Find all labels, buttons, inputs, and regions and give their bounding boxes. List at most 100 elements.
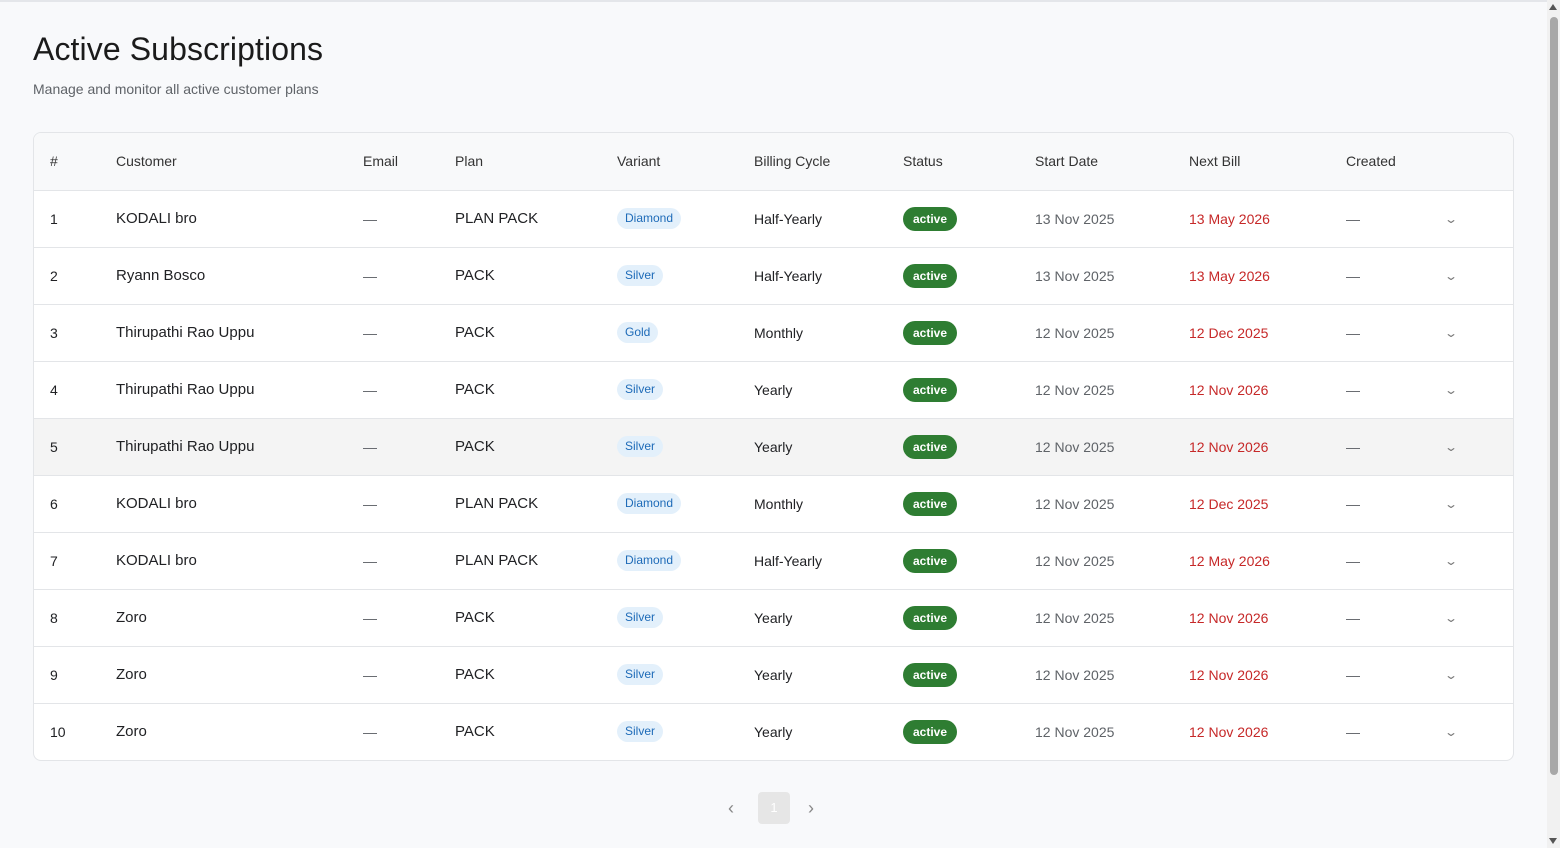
table-row[interactable]: 2 Ryann Bosco — PACK Silver Half-Yearly active… [34,247,1513,305]
table-row[interactable]: 8 Zoro — PACK Silver Yearly active 12 Nov 2025 1… [34,589,1513,647]
customer-email: — [363,190,455,248]
scroll-up-arrow-icon[interactable] [1549,4,1557,10]
variant-cell: Diamond [617,190,754,248]
status-cell: active [903,361,1035,419]
customer-email: — [363,646,455,704]
status-badge: active [903,548,958,573]
expand-cell: ⌄ [1444,475,1513,533]
table-row[interactable]: 1 KODALI bro — PLAN PACK Diamond Half-Yearly a… [34,190,1513,248]
billing-cycle: Half-Yearly [754,532,903,590]
chevron-down-icon[interactable]: ⌄ [1444,326,1458,340]
chevron-down-icon[interactable]: ⌄ [1444,554,1458,568]
row-number: 9 [34,646,116,704]
table-row[interactable]: 6 KODALI bro — PLAN PACK Diamond Monthly activ… [34,475,1513,533]
plan-name: PACK [455,361,617,419]
pagination: ‹ 1 › [33,792,1514,825]
next-bill-date: 12 Nov 2026 [1189,723,1269,740]
chevron-down-icon[interactable]: ⌄ [1444,269,1458,283]
table-row[interactable]: 10 Zoro — PACK Silver Yearly active 12 Nov 2025… [34,703,1513,760]
column-header-status[interactable]: Status [903,133,1035,191]
chevron-down-icon[interactable]: ⌄ [1444,440,1458,454]
start-date: 13 Nov 2025 [1035,247,1189,305]
variant-cell: Diamond [617,532,754,590]
billing-cycle: Yearly [754,723,793,740]
expand-cell: ⌄ [1444,418,1513,476]
column-header-variant[interactable]: Variant [617,133,754,191]
variant-cell: Gold [617,304,754,362]
variant-chip: Silver [617,664,664,685]
expand-cell: ⌄ [1444,589,1513,647]
chevron-down-icon[interactable]: ⌄ [1444,668,1458,682]
created-date: — [1346,723,1360,740]
variant-cell: Silver [617,247,754,305]
variant-chip: Diamond [617,493,682,514]
column-header-actions [1446,133,1513,191]
status-cell: active [903,190,1035,248]
start-date: 12 Nov 2025 [1035,361,1189,419]
table-row[interactable]: 4 Thirupathi Rao Uppu — PACK Silver Yearly act… [34,361,1513,419]
created-date: — [1346,646,1446,704]
page-button-current[interactable]: 1 [758,792,790,824]
column-header-plan[interactable]: Plan [455,133,617,191]
column-header-customer[interactable]: Customer [116,133,363,191]
chevron-down-icon[interactable]: ⌄ [1444,725,1458,739]
variant-cell: Silver [617,361,754,419]
chevron-down-icon[interactable]: ⌄ [1444,212,1458,226]
variant-cell: Diamond [617,475,754,533]
table-row[interactable]: 5 Thirupathi Rao Uppu — PACK Silver Yearly act… [34,418,1513,476]
created-date: — [1346,418,1446,476]
variant-chip: Silver [617,607,664,628]
chevron-down-icon[interactable]: ⌄ [1444,383,1458,397]
variant-cell: Silver [617,589,754,647]
status-cell: active [903,418,1035,476]
next-bill-date: 12 Nov 2026 [1189,418,1346,476]
start-date: 12 Nov 2025 [1035,532,1189,590]
plan-name: PLAN PACK [455,532,617,590]
variant-chip: Silver [617,721,664,743]
start-date: 13 Nov 2025 [1035,190,1189,248]
status-badge: active [903,434,958,459]
customer-name: Zoro [116,723,147,741]
variant-chip: Diamond [617,208,682,229]
scroll-down-arrow-icon[interactable] [1549,838,1557,844]
column-header-billing-cycle[interactable]: Billing Cycle [754,133,903,191]
chevron-down-icon[interactable]: ⌄ [1444,611,1458,625]
column-header-number[interactable]: # [34,133,116,191]
column-header-start-date[interactable]: Start Date [1035,133,1189,191]
chevron-right-icon[interactable]: › [808,798,814,819]
plan-name: PACK [455,723,495,741]
billing-cycle: Half-Yearly [754,190,903,248]
next-bill-date: 13 May 2026 [1189,247,1346,305]
start-date: 12 Nov 2025 [1035,589,1189,647]
billing-cycle: Monthly [754,475,903,533]
status-cell: active [903,304,1035,362]
vertical-scrollbar[interactable] [1547,0,1560,848]
table-row[interactable]: 9 Zoro — PACK Silver Yearly active 12 Nov 2025 1… [34,646,1513,704]
variant-chip: Silver [617,379,664,400]
status-cell: active [903,532,1035,590]
billing-cycle: Yearly [754,418,903,476]
customer-email: — [363,532,455,590]
table-body: 1 KODALI bro — PLAN PACK Diamond Half-Yearly a… [34,190,1513,760]
scrollbar-thumb[interactable] [1550,17,1558,775]
table-row[interactable]: 3 Thirupathi Rao Uppu — PACK Gold Monthly acti… [34,304,1513,362]
start-date: 12 Nov 2025 [1035,418,1189,476]
row-number: 5 [34,418,116,476]
page-subtitle: Manage and monitor all active customer p… [33,81,319,97]
column-header-created[interactable]: Created [1346,133,1446,191]
created-date: — [1346,475,1446,533]
variant-chip: Gold [617,322,659,343]
chevron-down-icon[interactable]: ⌄ [1444,497,1458,511]
column-header-email[interactable]: Email [363,133,455,191]
variant-cell: Silver [617,646,754,704]
next-bill-date: 12 Nov 2026 [1189,589,1346,647]
expand-cell: ⌄ [1444,703,1513,760]
customer-name: Thirupathi Rao Uppu [116,304,363,362]
table-row[interactable]: 7 KODALI bro — PLAN PACK Diamond Half-Yearly a… [34,532,1513,590]
next-bill-date: 12 Nov 2026 [1189,361,1346,419]
column-header-next-bill[interactable]: Next Bill [1189,133,1346,191]
chevron-left-icon[interactable]: ‹ [728,798,734,819]
billing-cycle: Yearly [754,589,903,647]
subscriptions-table-card: # Customer Email Plan Variant Billing Cy… [33,132,1514,761]
status-badge: active [903,662,958,687]
